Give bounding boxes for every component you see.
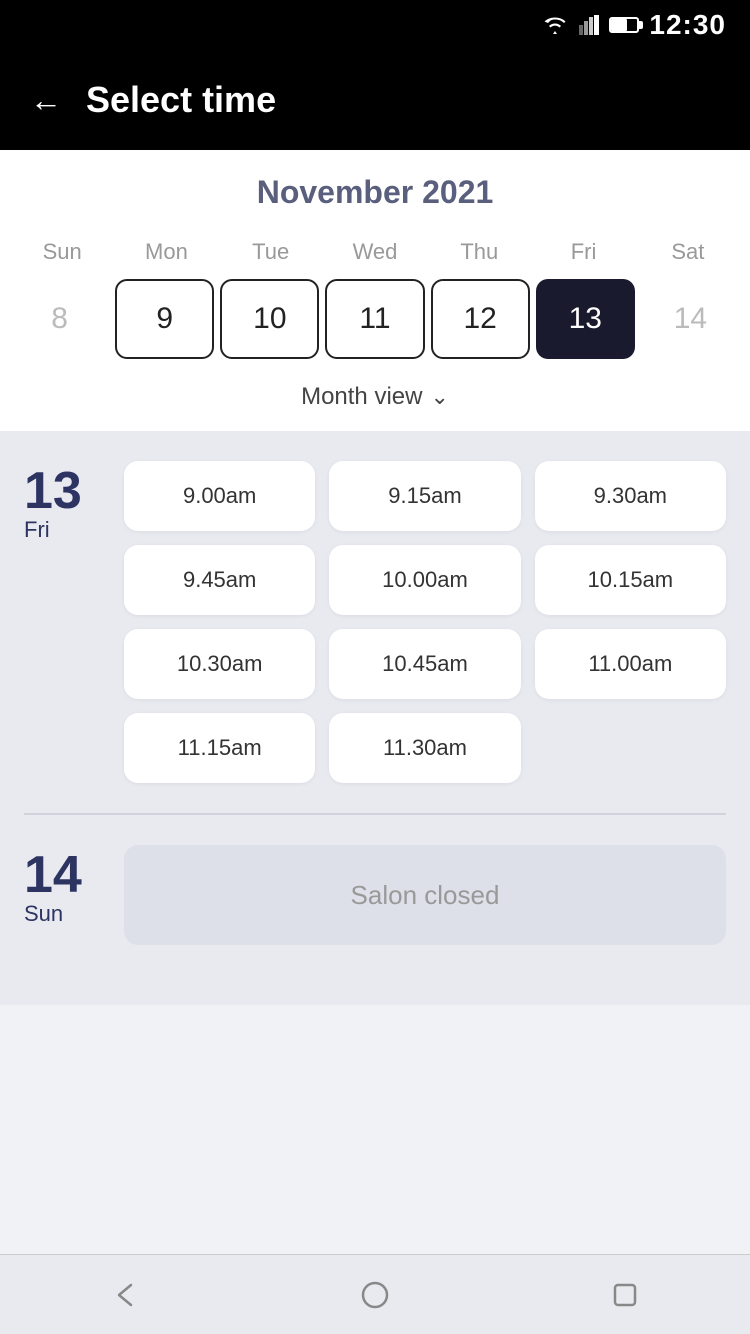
day-divider xyxy=(24,813,726,815)
app-header: ← Select time xyxy=(0,50,750,150)
slot-915am[interactable]: 9.15am xyxy=(329,461,520,531)
recent-square-icon xyxy=(609,1279,641,1311)
slot-1030am[interactable]: 10.30am xyxy=(124,629,315,699)
slots-section: 13 Fri 9.00am 9.15am 9.30am 9.45am 10.00… xyxy=(0,431,750,1005)
day-row: 8 9 10 11 12 13 14 xyxy=(0,273,750,375)
signal-icon xyxy=(579,15,599,35)
salon-closed-label: Salon closed xyxy=(351,880,500,911)
slot-900am[interactable]: 9.00am xyxy=(124,461,315,531)
day-number-13: 13 xyxy=(24,465,82,517)
status-icons: 12:30 xyxy=(541,9,726,41)
day-cell-14[interactable]: 14 xyxy=(641,279,740,359)
day-label-13: 13 Fri xyxy=(24,461,104,783)
day-header-fri: Fri xyxy=(531,231,635,273)
slots-grid-13: 9.00am 9.15am 9.30am 9.45am 10.00am 10.1… xyxy=(124,461,726,783)
back-triangle-icon xyxy=(109,1279,141,1311)
day-name-13: Fri xyxy=(24,517,50,543)
day-cell-9[interactable]: 9 xyxy=(115,279,214,359)
day-header-wed: Wed xyxy=(323,231,427,273)
day-number-14: 14 xyxy=(24,849,82,901)
slot-1115am[interactable]: 11.15am xyxy=(124,713,315,783)
day-header-sun: Sun xyxy=(10,231,114,273)
day-block-14: 14 Sun Salon closed xyxy=(24,845,726,945)
nav-back-button[interactable] xyxy=(105,1275,145,1315)
nav-home-button[interactable] xyxy=(355,1275,395,1315)
day-cell-11[interactable]: 11 xyxy=(325,279,424,359)
slot-1045am[interactable]: 10.45am xyxy=(329,629,520,699)
salon-closed-card: Salon closed xyxy=(124,845,726,945)
day-cell-12[interactable]: 12 xyxy=(431,279,530,359)
day-cell-8[interactable]: 8 xyxy=(10,279,109,359)
day-label-14: 14 Sun xyxy=(24,845,104,945)
day-cell-10[interactable]: 10 xyxy=(220,279,319,359)
slot-930am[interactable]: 9.30am xyxy=(535,461,726,531)
day-headers: Sun Mon Tue Wed Thu Fri Sat xyxy=(0,231,750,273)
slot-1100am[interactable]: 11.00am xyxy=(535,629,726,699)
day-block-13: 13 Fri 9.00am 9.15am 9.30am 9.45am 10.00… xyxy=(24,461,726,783)
day-name-14: Sun xyxy=(24,901,63,927)
status-time: 12:30 xyxy=(649,9,726,41)
back-button[interactable]: ← xyxy=(30,82,62,119)
month-view-toggle[interactable]: Month view ⌄ xyxy=(0,375,750,431)
slot-1015am[interactable]: 10.15am xyxy=(535,545,726,615)
nav-bar xyxy=(0,1254,750,1334)
slot-1000am[interactable]: 10.00am xyxy=(329,545,520,615)
battery-icon xyxy=(609,17,639,33)
slot-1130am[interactable]: 11.30am xyxy=(329,713,520,783)
home-circle-icon xyxy=(359,1279,391,1311)
nav-recent-button[interactable] xyxy=(605,1275,645,1315)
day-header-thu: Thu xyxy=(427,231,531,273)
status-bar: 12:30 xyxy=(0,0,750,50)
slot-945am[interactable]: 9.45am xyxy=(124,545,315,615)
day-header-sat: Sat xyxy=(636,231,740,273)
chevron-down-icon: ⌄ xyxy=(430,384,448,410)
day-cell-13[interactable]: 13 xyxy=(536,279,635,359)
day-header-tue: Tue xyxy=(219,231,323,273)
page-title: Select time xyxy=(86,79,276,121)
month-view-label: Month view xyxy=(301,383,422,411)
day-header-mon: Mon xyxy=(114,231,218,273)
wifi-icon xyxy=(541,15,569,35)
calendar-section: November 2021 Sun Mon Tue Wed Thu Fri Sa… xyxy=(0,150,750,431)
month-year-title: November 2021 xyxy=(0,174,750,211)
